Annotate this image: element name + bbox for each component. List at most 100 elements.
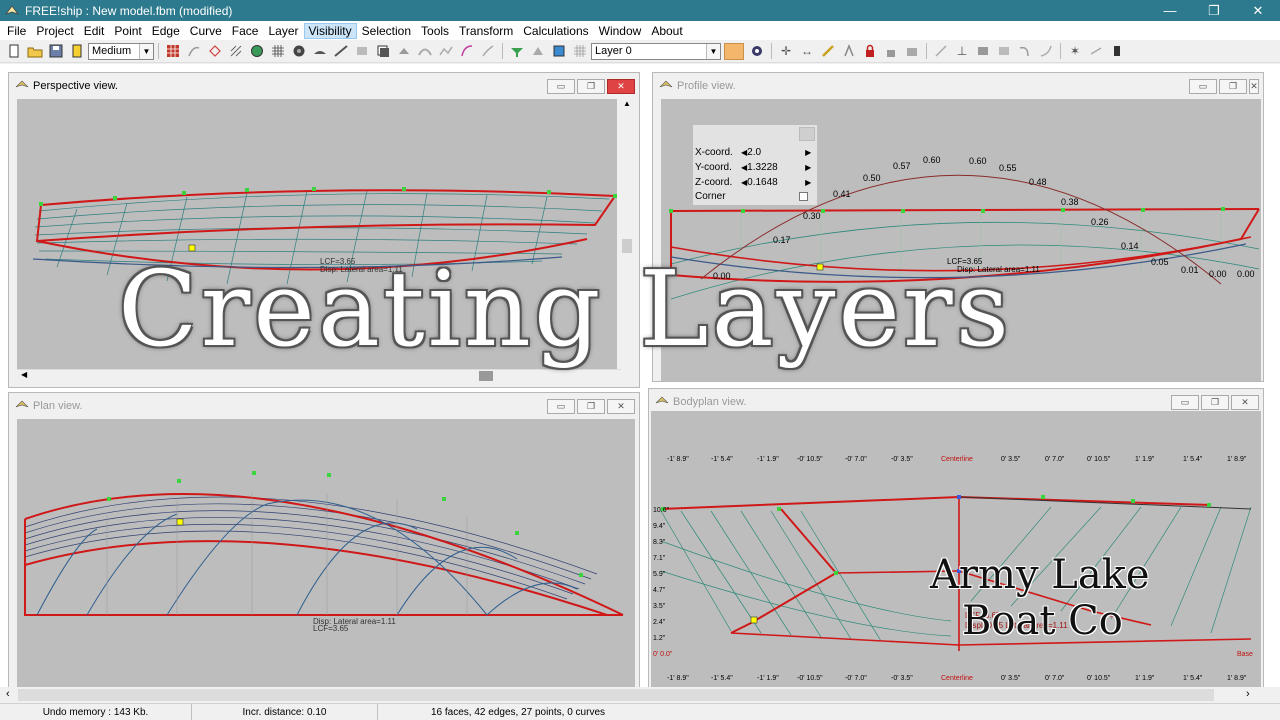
- gear-icon[interactable]: [747, 41, 767, 61]
- view-minimize-button[interactable]: ▭: [547, 78, 575, 94]
- grid-icon[interactable]: [163, 41, 183, 61]
- workspace-hscroll[interactable]: ‹ ›: [0, 687, 1280, 703]
- plan-canvas[interactable]: LCF=3.65 Disp: Lateral area=1.11: [17, 419, 635, 687]
- menu-layer[interactable]: Layer: [263, 23, 303, 39]
- layer-select[interactable]: Layer 0 ▼: [591, 42, 721, 60]
- hydrostatics-icon[interactable]: [352, 41, 372, 61]
- chevron-down-icon: ▼: [139, 43, 153, 59]
- view-close-button[interactable]: ✕: [1249, 78, 1259, 94]
- maximize-button[interactable]: ❐: [1192, 0, 1236, 21]
- chevron-right-icon[interactable]: ▶: [805, 163, 811, 172]
- view-close-button[interactable]: ✕: [607, 398, 635, 414]
- bodyplan-view-window: Bodyplan view. ▭ ❐ ✕ -1' 8.9" -1' 5.4" -…: [648, 388, 1264, 690]
- view-minimize-button[interactable]: ▭: [547, 398, 575, 414]
- menu-transform[interactable]: Transform: [454, 23, 518, 39]
- layer-properties-icon[interactable]: [507, 41, 527, 61]
- view-minimize-button[interactable]: ▭: [1189, 78, 1217, 94]
- markers-icon[interactable]: [394, 41, 414, 61]
- menu-about[interactable]: About: [646, 23, 687, 39]
- chevron-left-icon[interactable]: ‹: [6, 688, 10, 700]
- scroll-thumb[interactable]: [479, 371, 493, 381]
- perspective-hscroll[interactable]: ◀: [17, 369, 621, 382]
- unlock-all-icon[interactable]: [902, 41, 922, 61]
- x-coord-input[interactable]: 2.0: [747, 147, 805, 158]
- chevron-right-icon[interactable]: ▶: [805, 178, 811, 187]
- collapse-point-icon[interactable]: ↔: [797, 41, 817, 61]
- curve-label: 0.60: [923, 155, 941, 165]
- surface-icon[interactable]: [415, 41, 435, 61]
- view-maximize-button[interactable]: ❐: [577, 398, 605, 414]
- close-button[interactable]: ✕: [1236, 0, 1280, 21]
- spline-icon[interactable]: [478, 41, 498, 61]
- menu-edge[interactable]: Edge: [147, 23, 185, 39]
- edge-split-icon[interactable]: [931, 41, 951, 61]
- edge-extrude-icon[interactable]: ⊥: [952, 41, 972, 61]
- menu-selection[interactable]: Selection: [357, 23, 416, 39]
- lock-icon[interactable]: [860, 41, 880, 61]
- buttocks-icon[interactable]: [289, 41, 309, 61]
- menu-calculations[interactable]: Calculations: [518, 23, 593, 39]
- edge-connect-icon[interactable]: [1015, 41, 1035, 61]
- delete-icon[interactable]: [1107, 41, 1127, 61]
- view-minimize-button[interactable]: ▭: [1171, 394, 1199, 410]
- y-coord-input[interactable]: 1.3228: [747, 162, 805, 173]
- view-maximize-button[interactable]: ❐: [577, 78, 605, 94]
- chevron-right-icon[interactable]: ›: [1246, 688, 1250, 700]
- curvature-icon[interactable]: [184, 41, 204, 61]
- bodyplan-canvas[interactable]: -1' 8.9" -1' 5.4" -1' 1.9" -0' 10.5" -0'…: [651, 411, 1261, 687]
- model-counts-status: 16 faces, 42 edges, 27 points, 0 curves: [431, 706, 605, 718]
- shade-icon[interactable]: [247, 41, 267, 61]
- z-coord-input[interactable]: 0.1648: [747, 177, 805, 188]
- interior-edges-icon[interactable]: [226, 41, 246, 61]
- edge-collapse-icon[interactable]: [994, 41, 1014, 61]
- unlock-icon[interactable]: [881, 41, 901, 61]
- flowlines-icon[interactable]: [373, 41, 393, 61]
- layer-color-swatch[interactable]: [724, 42, 744, 60]
- chevron-right-icon[interactable]: ▶: [805, 148, 811, 157]
- view-maximize-button[interactable]: ❐: [1219, 78, 1247, 94]
- deselect-icon[interactable]: [1086, 41, 1106, 61]
- export-icon[interactable]: [67, 41, 87, 61]
- diagonals-icon[interactable]: [331, 41, 351, 61]
- view-close-button[interactable]: ✕: [607, 78, 635, 94]
- menu-face[interactable]: Face: [227, 23, 264, 39]
- add-point-icon[interactable]: ✛: [776, 41, 796, 61]
- panel-close-button[interactable]: [799, 127, 815, 141]
- corner-checkbox[interactable]: [799, 192, 808, 201]
- view-close-button[interactable]: ✕: [1231, 394, 1259, 410]
- extrude-icon[interactable]: [839, 41, 859, 61]
- stations-icon[interactable]: [268, 41, 288, 61]
- menu-curve[interactable]: Curve: [185, 23, 227, 39]
- fair-icon[interactable]: [436, 41, 456, 61]
- precision-select[interactable]: Medium ▼: [88, 42, 154, 60]
- menu-tools[interactable]: Tools: [416, 23, 454, 39]
- save-file-icon[interactable]: [46, 41, 66, 61]
- curve-label: 0.05: [1151, 257, 1169, 267]
- new-file-icon[interactable]: [4, 41, 24, 61]
- scroll-thumb[interactable]: [18, 689, 1214, 701]
- bottom-tick: -0' 10.5": [797, 675, 823, 682]
- control-net-icon[interactable]: [205, 41, 225, 61]
- plan-view-title: Plan view.: [33, 400, 83, 412]
- waterlines-icon[interactable]: [310, 41, 330, 61]
- curve-add-icon[interactable]: [1036, 41, 1056, 61]
- chevron-up-icon[interactable]: ▲: [623, 99, 631, 108]
- menu-visibility[interactable]: Visibility: [303, 22, 357, 39]
- top-tick-centerline: Centerline: [941, 456, 973, 463]
- layer-visibility-icon[interactable]: [528, 41, 548, 61]
- layer-color-icon[interactable]: [549, 41, 569, 61]
- select-all-icon[interactable]: ✶: [1065, 41, 1085, 61]
- menu-point[interactable]: Point: [109, 23, 146, 39]
- chevron-left-icon[interactable]: ◀: [21, 370, 27, 379]
- menu-window[interactable]: Window: [594, 23, 647, 39]
- view-maximize-button[interactable]: ❐: [1201, 394, 1229, 410]
- layer-grid-icon[interactable]: [570, 41, 590, 61]
- menu-project[interactable]: Project: [31, 23, 78, 39]
- menu-file[interactable]: File: [2, 23, 31, 39]
- edge-crease-icon[interactable]: [973, 41, 993, 61]
- menu-edit[interactable]: Edit: [79, 23, 110, 39]
- insert-point-icon[interactable]: [818, 41, 838, 61]
- minimize-button[interactable]: —: [1148, 0, 1192, 21]
- open-file-icon[interactable]: [25, 41, 45, 61]
- curve-icon[interactable]: [457, 41, 477, 61]
